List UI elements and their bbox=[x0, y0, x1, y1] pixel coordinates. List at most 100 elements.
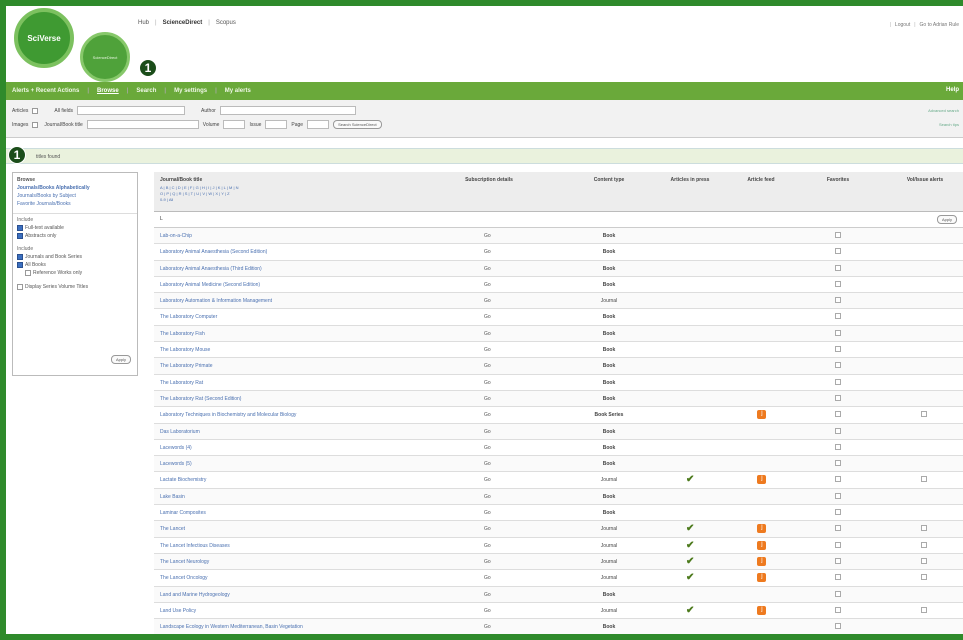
filter-input[interactable]: L bbox=[160, 216, 163, 222]
browse-by-subject-link[interactable]: Journals/Books by Subject bbox=[13, 192, 137, 200]
checkbox[interactable] bbox=[25, 270, 31, 276]
sciencedirect-logo[interactable]: ScienceDirect bbox=[80, 32, 130, 82]
nav-settings[interactable]: My settings bbox=[174, 88, 207, 94]
favorite-checkbox[interactable] bbox=[835, 574, 841, 581]
abstracts-option[interactable]: Abstracts only bbox=[13, 232, 137, 240]
favorite-checkbox[interactable] bbox=[835, 606, 841, 613]
favorite-checkbox[interactable] bbox=[835, 232, 841, 238]
checkbox[interactable] bbox=[17, 262, 23, 268]
allfields-input[interactable] bbox=[77, 106, 186, 115]
journal-title-link[interactable]: Laboratory Techniques in Biochemistry an… bbox=[160, 412, 296, 418]
alert-checkbox[interactable] bbox=[921, 525, 927, 532]
journal-title-link[interactable]: The Laboratory Fish bbox=[160, 331, 205, 337]
favorite-checkbox[interactable] bbox=[835, 264, 841, 271]
favorite-checkbox[interactable] bbox=[835, 280, 841, 287]
favorite-checkbox[interactable] bbox=[835, 313, 841, 320]
table-apply-button[interactable]: Apply bbox=[936, 215, 957, 224]
rss-feed-icon[interactable]: ⌋ bbox=[757, 410, 766, 420]
advanced-search-link[interactable]: Advanced search bbox=[928, 108, 959, 113]
favorite-checkbox[interactable] bbox=[835, 460, 841, 467]
journal-title-link[interactable]: The Lancet Neurology bbox=[160, 559, 209, 565]
favorite-checkbox[interactable] bbox=[835, 557, 841, 564]
favorite-checkbox[interactable] bbox=[835, 525, 841, 532]
rss-feed-icon[interactable]: ⌋ bbox=[757, 540, 766, 550]
checkbox[interactable] bbox=[17, 254, 23, 260]
articles-radio[interactable] bbox=[32, 107, 39, 114]
favorite-checkbox[interactable] bbox=[835, 509, 841, 516]
favorite-checkbox[interactable] bbox=[835, 590, 841, 597]
nav-alerts[interactable]: Alerts + Recent Actions bbox=[12, 88, 79, 94]
favorite-checkbox[interactable] bbox=[835, 248, 841, 255]
rss-feed-icon[interactable]: ⌋ bbox=[757, 556, 766, 566]
journal-title-link[interactable]: The Laboratory Rat bbox=[160, 380, 203, 386]
journal-title-link[interactable]: The Lancet bbox=[160, 526, 185, 532]
rss-feed-icon[interactable]: ⌋ bbox=[757, 524, 766, 534]
rss-feed-icon[interactable]: ⌋ bbox=[757, 573, 766, 583]
account-link[interactable]: Go to Adrian Rule bbox=[920, 22, 959, 28]
alert-checkbox[interactable] bbox=[921, 476, 927, 483]
help-link[interactable]: Help bbox=[946, 87, 959, 93]
journal-title-link[interactable]: Lake Basin bbox=[160, 494, 185, 500]
full-text-option[interactable]: Full-text available bbox=[13, 224, 137, 232]
alert-checkbox[interactable] bbox=[921, 606, 927, 613]
favorites-link[interactable]: Favorite Journals/Books bbox=[13, 200, 137, 208]
checkbox[interactable] bbox=[17, 225, 23, 231]
favorite-checkbox[interactable] bbox=[835, 541, 841, 548]
display-series-option[interactable]: Display Series Volume Titles bbox=[13, 283, 137, 291]
col-title[interactable]: Journal/Book title bbox=[160, 177, 202, 183]
journal-title-link[interactable]: Landscape Ecology in Western Mediterrane… bbox=[160, 624, 303, 630]
top-link-sciencedirect[interactable]: ScienceDirect bbox=[163, 20, 203, 26]
journal-title-link[interactable]: Lab-on-a-Chip bbox=[160, 233, 192, 239]
journal-title-link[interactable]: Lactate Biochemistry bbox=[160, 477, 206, 483]
checkbox[interactable] bbox=[17, 284, 23, 290]
journal-title-link[interactable]: Land Use Policy bbox=[160, 608, 196, 614]
alert-checkbox[interactable] bbox=[921, 541, 927, 548]
logout-link[interactable]: Logout bbox=[895, 22, 910, 28]
favorite-checkbox[interactable] bbox=[835, 378, 841, 385]
journal-title-link[interactable]: Das Laboratorium bbox=[160, 429, 200, 435]
favorite-checkbox[interactable] bbox=[835, 443, 841, 450]
checkbox[interactable] bbox=[17, 233, 23, 239]
favorite-checkbox[interactable] bbox=[835, 623, 841, 630]
top-link-scopus[interactable]: Scopus bbox=[216, 20, 236, 26]
author-input[interactable] bbox=[219, 106, 356, 115]
nav-search[interactable]: Search bbox=[136, 88, 156, 94]
all-books-option[interactable]: All Books bbox=[13, 261, 137, 269]
journal-title-link[interactable]: Laboratory Animal Anaesthesia (Second Ed… bbox=[160, 249, 267, 255]
volume-input[interactable] bbox=[223, 120, 246, 129]
journal-title-link[interactable]: Laminar Composites bbox=[160, 510, 206, 516]
sidebar-apply-button[interactable]: Apply bbox=[110, 355, 131, 364]
journal-title-link[interactable]: Land and Marine Hydrogeology bbox=[160, 592, 230, 598]
journal-title-link[interactable]: Lacewords (5) bbox=[160, 461, 192, 467]
search-tips-link[interactable]: Search tips bbox=[939, 122, 959, 127]
sciverse-logo[interactable]: SciVerse bbox=[14, 8, 74, 68]
reference-works-option[interactable]: Reference Works only bbox=[13, 269, 137, 277]
favorite-checkbox[interactable] bbox=[835, 427, 841, 434]
journal-title-link[interactable]: The Laboratory Computer bbox=[160, 314, 217, 320]
journal-title-link[interactable]: Laboratory Animal Anaesthesia (Third Edi… bbox=[160, 266, 262, 272]
journal-title-link[interactable]: Lacewords (4) bbox=[160, 445, 192, 451]
issue-input[interactable] bbox=[265, 120, 288, 129]
journal-title-link[interactable]: Laboratory Animal Medicine (Second Editi… bbox=[160, 282, 260, 288]
alert-checkbox[interactable] bbox=[921, 574, 927, 581]
browse-alphabetically-link[interactable]: Journals/Books Alphabetically bbox=[13, 184, 137, 192]
alpha-line[interactable]: 0-9 | All bbox=[160, 197, 266, 203]
rss-feed-icon[interactable]: ⌋ bbox=[757, 605, 766, 615]
journal-title-link[interactable]: The Laboratory Primate bbox=[160, 363, 213, 369]
journal-title-link[interactable]: Laboratory Automation & Information Mana… bbox=[160, 298, 272, 304]
rss-feed-icon[interactable]: ⌋ bbox=[757, 475, 766, 485]
nav-browse[interactable]: Browse bbox=[97, 88, 119, 94]
alert-checkbox[interactable] bbox=[921, 557, 927, 564]
journal-title-link[interactable]: The Laboratory Mouse bbox=[160, 347, 210, 353]
alert-checkbox[interactable] bbox=[921, 411, 927, 418]
favorite-checkbox[interactable] bbox=[835, 411, 841, 418]
journal-title-link[interactable]: The Lancet Oncology bbox=[160, 575, 208, 581]
journal-title-link[interactable]: The Laboratory Rat (Second Edition) bbox=[160, 396, 241, 402]
favorite-checkbox[interactable] bbox=[835, 362, 841, 369]
favorite-checkbox[interactable] bbox=[835, 346, 841, 353]
journal-title-link[interactable]: The Lancet Infectious Diseases bbox=[160, 543, 230, 549]
nav-alerts-mine[interactable]: My alerts bbox=[225, 88, 251, 94]
favorite-checkbox[interactable] bbox=[835, 476, 841, 483]
favorite-checkbox[interactable] bbox=[835, 492, 841, 499]
page-input[interactable] bbox=[307, 120, 330, 129]
